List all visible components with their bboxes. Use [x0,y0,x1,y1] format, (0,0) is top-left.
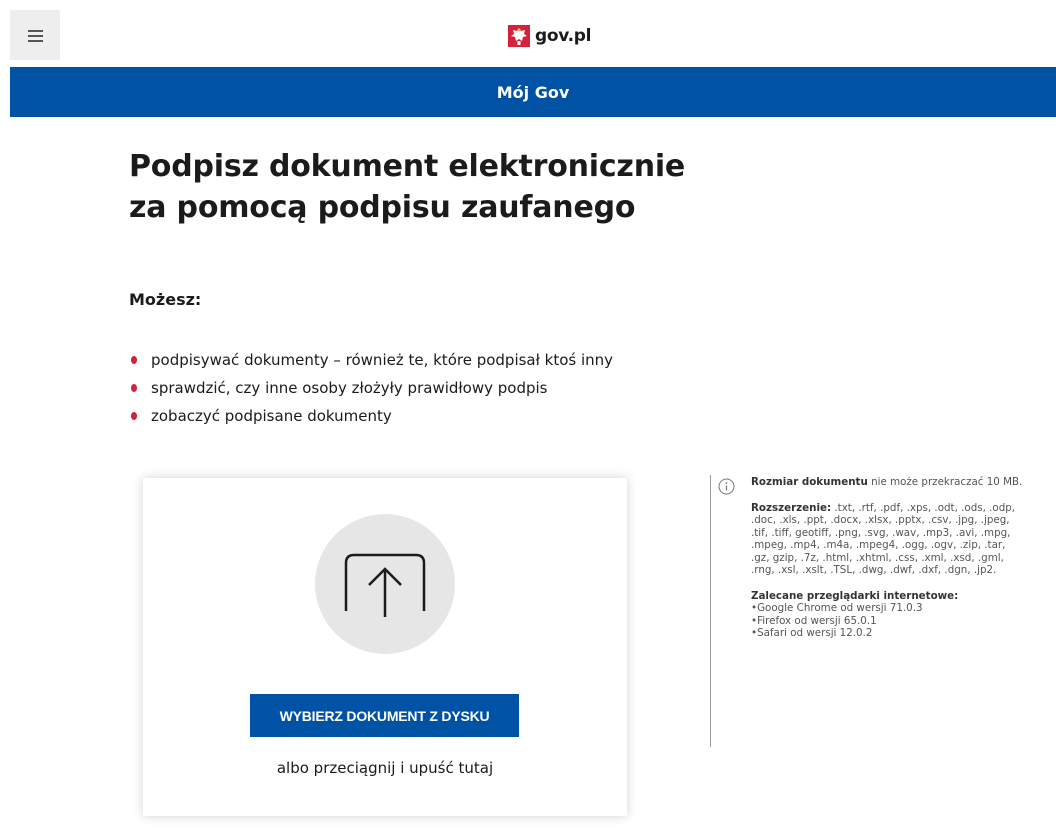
menu-button[interactable] [10,10,60,60]
page-title-line1: Podpisz dokument elektronicznie [129,149,686,184]
bullet-dot-icon [131,384,137,392]
top-bar: gov.pl [0,0,1056,66]
size-info: Rozmiar dokumentu nie może przekraczać 1… [751,476,1026,489]
choose-file-button[interactable]: WYBIERZ DOKUMENT Z DYSKU [250,694,519,737]
bullet-dot-icon [131,412,137,420]
upload-icon-circle[interactable] [315,514,455,654]
list-item-text: sprawdzić, czy inne osoby złożyły prawid… [151,379,548,397]
gov-logo[interactable]: gov.pl [508,24,592,48]
page-title: Podpisz dokument elektronicznie za pomoc… [129,146,749,228]
list-item: sprawdzić, czy inne osoby złożyły prawid… [129,374,613,402]
list-item-text: podpisywać dokumenty – również te, które… [151,351,614,369]
moj-gov-label: Mój Gov [496,82,570,102]
browsers-info: Zalecane przeglądarki internetowe: [751,590,1026,603]
size-label: Rozmiar dokumentu [751,476,868,488]
moj-gov-bar[interactable]: Mój Gov [10,67,1056,117]
drop-hint: albo przeciągnij i upuść tutaj [276,759,494,777]
size-value: nie może przekraczać 10 MB. [867,476,1023,488]
hamburger-menu-icon [27,29,43,42]
browsers-label: Zalecane przeglądarki internetowe: [751,589,959,602]
info-icon [718,478,735,495]
polish-eagle-emblem-icon [508,25,530,47]
bullet-dot-icon [131,356,137,364]
list-item: podpisywać dokumenty – również te, które… [129,346,613,374]
extensions-label: Rozszerzenie: [751,501,832,514]
browsers-list: Google Chrome od wersji 71.0.3 Firefox o… [751,602,1026,640]
upload-dropzone[interactable]: WYBIERZ DOKUMENT Z DYSKU albo przeciągni… [143,478,627,816]
feature-list: podpisywać dokumenty – również te, które… [129,346,613,430]
browser-item: Google Chrome od wersji 71.0.3 [751,602,1026,615]
upload-icon [344,553,426,617]
logo-text: gov.pl [535,26,592,46]
section-label: Możesz: [129,290,202,309]
browser-item: Firefox od wersji 65.0.1 [751,615,1026,628]
extensions-info: Rozszerzenie: .txt, .rtf, .pdf, .xps, .o… [751,502,1026,577]
list-item-text: zobaczyć podpisane dokumenty [151,407,392,425]
info-divider [710,475,711,747]
file-requirements: Rozmiar dokumentu nie może przekraczać 1… [751,476,1026,640]
browser-item: Safari od wersji 12.0.2 [751,627,1026,640]
list-item: zobaczyć podpisane dokumenty [129,402,613,430]
page-title-line2: za pomocą podpisu zaufanego [129,190,636,225]
